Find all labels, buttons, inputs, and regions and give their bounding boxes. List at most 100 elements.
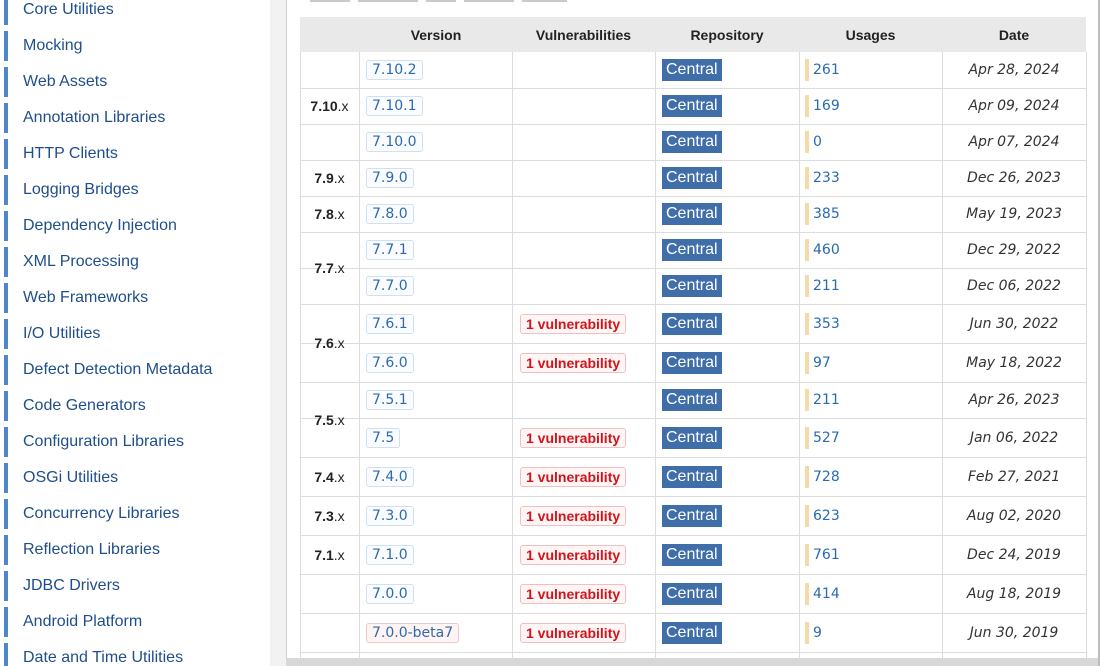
repository-link[interactable]: Central bbox=[662, 465, 722, 488]
release-date: Dec 26, 2023 bbox=[967, 170, 1061, 186]
sidebar-item-mocking[interactable]: Mocking bbox=[4, 31, 264, 61]
usages-link[interactable]: 353 bbox=[813, 316, 840, 332]
usages-link[interactable]: 261 bbox=[813, 62, 840, 78]
usage-bar bbox=[805, 389, 809, 411]
repository-link[interactable]: Central bbox=[662, 312, 722, 335]
vulnerability-link[interactable]: 1 vulnerability bbox=[520, 352, 627, 373]
repository-cell: Central bbox=[655, 160, 799, 196]
version-link[interactable]: 7.6.1 bbox=[366, 313, 414, 334]
version-link[interactable]: 7.7.1 bbox=[366, 240, 414, 260]
sidebar-item-annotation-libraries[interactable]: Annotation Libraries bbox=[4, 103, 264, 133]
usages-link[interactable]: 728 bbox=[813, 469, 840, 485]
repository-cell: Central bbox=[655, 52, 799, 88]
usages-link[interactable]: 623 bbox=[813, 508, 840, 524]
version-link[interactable]: 7.10.1 bbox=[366, 96, 423, 116]
table-row: 7.3.0 1 vulnerability Central 623 Aug 02, 20… bbox=[300, 496, 1086, 536]
usages-cell: 169 bbox=[799, 88, 942, 124]
repository-link[interactable]: Central bbox=[662, 167, 722, 189]
repository-link[interactable]: Central bbox=[662, 95, 722, 117]
vulnerability-link[interactable]: 1 vulnerability bbox=[520, 505, 627, 526]
sidebar-item-concurrency-libraries[interactable]: Concurrency Libraries bbox=[4, 499, 264, 529]
version-link[interactable]: 7.9.0 bbox=[366, 168, 414, 188]
sidebar-item-web-assets[interactable]: Web Assets bbox=[4, 67, 264, 97]
version-link[interactable]: 7.10.0 bbox=[366, 132, 423, 152]
repository-cell: Central bbox=[655, 343, 799, 382]
category-sidebar: Core Utilities Mocking Web Assets Annota… bbox=[0, 0, 270, 666]
version-link[interactable]: 7.4.0 bbox=[366, 466, 414, 487]
vulnerability-link[interactable]: 1 vulnerability bbox=[520, 313, 627, 334]
table-row: 7.9.0 Central 233 Dec 26, 2023 bbox=[300, 160, 1086, 197]
version-cell: 7.9.0 bbox=[360, 160, 512, 196]
version-link[interactable]: 7.3.0 bbox=[366, 505, 414, 526]
horizontal-scrollbar[interactable] bbox=[286, 658, 1100, 666]
version-link[interactable]: 7.5 bbox=[366, 427, 401, 448]
sidebar-item-dependency-injection[interactable]: Dependency Injection bbox=[4, 211, 264, 241]
version-link[interactable]: 7.7.0 bbox=[366, 276, 414, 296]
vulnerability-link[interactable]: 1 vulnerability bbox=[520, 466, 627, 487]
repository-link[interactable]: Central bbox=[662, 621, 722, 644]
usages-link[interactable]: 9 bbox=[813, 625, 822, 641]
version-link[interactable]: 7.5.1 bbox=[366, 390, 414, 410]
version-group-label: 7.3 .x bbox=[300, 496, 359, 535]
repository-cell: Central bbox=[655, 232, 799, 268]
sidebar-item-android-platform[interactable]: Android Platform bbox=[4, 607, 264, 637]
sidebar-item-date-and-time-utilities[interactable]: Date and Time Utilities bbox=[4, 643, 264, 666]
sidebar-item-code-generators[interactable]: Code Generators bbox=[4, 391, 264, 421]
usages-link[interactable]: 0 bbox=[813, 134, 822, 150]
usages-link[interactable]: 97 bbox=[813, 355, 831, 371]
sidebar-item-io-utilities[interactable]: I/O Utilities bbox=[4, 319, 264, 349]
version-cell: 7.6.0 bbox=[360, 343, 512, 382]
usages-link[interactable]: 414 bbox=[813, 586, 840, 602]
version-link[interactable]: 7.10.2 bbox=[366, 60, 423, 80]
repository-link[interactable]: Central bbox=[662, 351, 722, 374]
sidebar-item-configuration-libraries[interactable]: Configuration Libraries bbox=[4, 427, 264, 457]
repository-link[interactable]: Central bbox=[662, 504, 722, 527]
sidebar-item-core-utilities[interactable]: Core Utilities bbox=[4, 0, 264, 25]
version-link[interactable]: 7.0.0 bbox=[366, 583, 414, 604]
column-divider bbox=[1086, 52, 1087, 662]
version-link[interactable]: 7.8.0 bbox=[366, 204, 414, 224]
usages-link[interactable]: 169 bbox=[813, 98, 840, 114]
sidebar-item-defect-detection-metadata[interactable]: Defect Detection Metadata bbox=[4, 355, 264, 385]
repository-link[interactable]: Central bbox=[662, 239, 722, 261]
version-group-suffix: .x bbox=[333, 260, 345, 276]
repository-link[interactable]: Central bbox=[662, 389, 722, 411]
repository-link[interactable]: Central bbox=[662, 203, 722, 225]
version-cell: 7.7.1 bbox=[360, 232, 512, 268]
vulnerability-link[interactable]: 1 vulnerability bbox=[520, 583, 627, 604]
sidebar-item-logging-bridges[interactable]: Logging Bridges bbox=[4, 175, 264, 205]
version-cell: 7.10.2 bbox=[360, 52, 512, 88]
repository-link[interactable]: Central bbox=[662, 275, 722, 297]
usages-link[interactable]: 385 bbox=[813, 206, 840, 222]
repository-link[interactable]: Central bbox=[662, 59, 722, 81]
usages-link[interactable]: 211 bbox=[813, 392, 840, 408]
sidebar-item-web-frameworks[interactable]: Web Frameworks bbox=[4, 283, 264, 313]
usages-link[interactable]: 460 bbox=[813, 242, 840, 258]
version-link[interactable]: 7.6.0 bbox=[366, 352, 414, 373]
sidebar-item-xml-processing[interactable]: XML Processing bbox=[4, 247, 264, 277]
repository-link[interactable]: Central bbox=[662, 582, 722, 605]
usages-link[interactable]: 761 bbox=[813, 547, 840, 563]
repository-cell: Central bbox=[655, 574, 799, 613]
version-link[interactable]: 7.0.0-beta7 bbox=[366, 622, 460, 643]
vulnerability-link[interactable]: 1 vulnerability bbox=[520, 427, 627, 448]
version-link[interactable]: 7.1.0 bbox=[366, 544, 414, 565]
sidebar-item-jdbc-drivers[interactable]: JDBC Drivers bbox=[4, 571, 264, 601]
sidebar-item-http-clients[interactable]: HTTP Clients bbox=[4, 139, 264, 169]
repository-link[interactable]: Central bbox=[662, 131, 722, 153]
repository-link[interactable]: Central bbox=[662, 543, 722, 566]
sidebar-item-reflection-libraries[interactable]: Reflection Libraries bbox=[4, 535, 264, 565]
vulnerability-cell: 1 vulnerability bbox=[512, 613, 655, 652]
usages-link[interactable]: 211 bbox=[813, 278, 840, 294]
sidebar-item-osgi-utilities[interactable]: OSGi Utilities bbox=[4, 463, 264, 493]
repository-link[interactable]: Central bbox=[662, 426, 722, 449]
vulnerability-link[interactable]: 1 vulnerability bbox=[520, 622, 627, 643]
version-group-label: 7.10 .x bbox=[300, 52, 359, 160]
usages-link[interactable]: 527 bbox=[813, 430, 840, 446]
usages-cell: 211 bbox=[799, 268, 942, 304]
vulnerability-link[interactable]: 1 vulnerability bbox=[520, 544, 627, 565]
usages-cell: 97 bbox=[799, 343, 942, 382]
usages-link[interactable]: 233 bbox=[813, 170, 840, 186]
repository-cell: Central bbox=[655, 457, 799, 496]
version-cell: 7.7.0 bbox=[360, 268, 512, 304]
